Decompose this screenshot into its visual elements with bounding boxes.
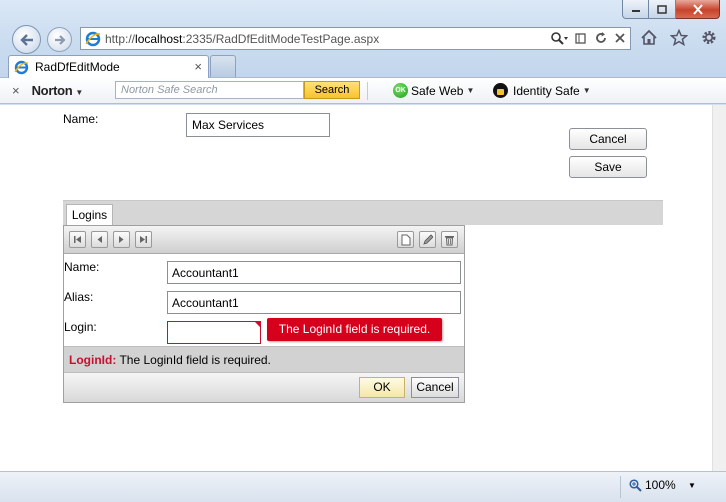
- ie-icon: [85, 31, 101, 46]
- page-content: Name: Max Services Cancel Save Logins Na…: [0, 105, 712, 471]
- previous-icon: [97, 236, 102, 243]
- trash-icon: [445, 236, 454, 246]
- norton-menu[interactable]: Norton ▼: [31, 83, 84, 98]
- arrow-left-icon: [19, 33, 33, 46]
- validation-summary-text: The LoginId field is required.: [119, 353, 271, 367]
- gear-icon[interactable]: [700, 29, 718, 46]
- toolbar-divider: [367, 82, 368, 100]
- error-indicator: [254, 321, 261, 328]
- validation-tooltip: The LoginId field is required.: [267, 318, 442, 341]
- delete-record-button[interactable]: [441, 231, 458, 248]
- browser-chrome: http://localhost:2335/RadDfEditModeTestP…: [0, 0, 726, 78]
- norton-search-button[interactable]: Search: [304, 81, 360, 99]
- next-icon: [119, 236, 124, 243]
- refresh-icon[interactable]: [594, 31, 608, 45]
- first-record-button[interactable]: [69, 231, 86, 248]
- address-bar[interactable]: http://localhost:2335/RadDfEditModeTestP…: [80, 27, 631, 50]
- close-window-button[interactable]: [676, 0, 720, 19]
- compatibility-icon[interactable]: [574, 31, 588, 45]
- favorites-star-icon[interactable]: [670, 29, 688, 46]
- url-rest: :2335/RadDfEditModeTestPage.aspx: [182, 31, 380, 46]
- last-record-button[interactable]: [135, 231, 152, 248]
- edit-record-button[interactable]: [419, 231, 436, 248]
- norton-search-input[interactable]: Norton Safe Search: [115, 81, 304, 99]
- back-button[interactable]: [12, 25, 41, 54]
- maximize-button[interactable]: [649, 0, 676, 19]
- vertical-scrollbar[interactable]: [712, 105, 726, 471]
- login-label: Login:: [64, 320, 97, 334]
- tabstrip: Logins: [63, 200, 663, 227]
- status-divider: [620, 476, 621, 498]
- new-record-button[interactable]: [397, 231, 414, 248]
- login-dataform: Name: Accountant1 Alias: Accountant1 Log…: [63, 225, 465, 403]
- alias-label: Alias:: [64, 290, 94, 304]
- zoom-level: 100%: [645, 478, 676, 492]
- previous-record-button[interactable]: [91, 231, 108, 248]
- validation-summary-field: LoginId:: [69, 353, 117, 367]
- login-name-label: Name:: [64, 260, 100, 274]
- status-bar: 100% ▼: [0, 471, 726, 502]
- save-button[interactable]: Save: [569, 156, 647, 178]
- tab-close-button[interactable]: ×: [194, 59, 202, 74]
- norton-toolbar: × Norton ▼ Norton Safe Search Search OK S…: [0, 78, 726, 104]
- stop-icon[interactable]: [614, 32, 626, 44]
- maximize-icon: [657, 4, 667, 14]
- identity-safe-menu[interactable]: Identity Safe ▼: [493, 83, 591, 98]
- address-tools: [550, 31, 626, 45]
- dataform-cancel-button[interactable]: Cancel: [411, 377, 459, 398]
- login-name-field[interactable]: Accountant1: [167, 261, 461, 284]
- ie-icon: [14, 60, 29, 74]
- zoom-dropdown-icon[interactable]: ▼: [688, 481, 696, 490]
- cancel-button[interactable]: Cancel: [569, 128, 647, 150]
- norton-close-button[interactable]: ×: [12, 83, 20, 98]
- url-text: http://localhost:2335/RadDfEditModeTestP…: [105, 32, 379, 46]
- chevron-down-icon: ▼: [466, 86, 475, 95]
- norton-brand: Norton: [31, 83, 73, 98]
- name-label: Name:: [63, 112, 99, 126]
- forward-button[interactable]: [47, 27, 72, 52]
- dataform-toolbar: [64, 226, 464, 254]
- search-icon[interactable]: [550, 31, 568, 45]
- url-prefix: http://: [105, 31, 136, 46]
- login-field[interactable]: [167, 321, 261, 344]
- alias-field[interactable]: Accountant1: [167, 291, 461, 314]
- last-icon: [140, 236, 147, 243]
- name-field[interactable]: Max Services: [186, 113, 330, 137]
- new-document-icon: [401, 234, 411, 246]
- identity-safe-label: Identity Safe: [513, 83, 580, 98]
- zoom-icon: [629, 478, 642, 492]
- zoom-control[interactable]: 100%: [629, 478, 676, 492]
- tab-logins[interactable]: Logins: [66, 204, 113, 227]
- window-controls: [622, 0, 720, 19]
- minimize-icon: [631, 10, 640, 12]
- first-icon: [74, 236, 81, 243]
- safe-web-menu[interactable]: OK Safe Web ▼: [393, 83, 474, 98]
- lock-icon: [493, 83, 508, 98]
- url-host: localhost: [135, 31, 183, 46]
- next-record-button[interactable]: [113, 231, 130, 248]
- pencil-icon: [423, 234, 434, 245]
- minimize-button[interactable]: [622, 0, 649, 19]
- dataform-footer: OK Cancel: [64, 373, 464, 402]
- browser-command-icons: [640, 29, 718, 46]
- arrow-right-icon: [54, 34, 66, 45]
- home-icon[interactable]: [640, 29, 658, 46]
- chevron-down-icon: ▼: [75, 88, 84, 97]
- validation-summary: LoginId: The LoginId field is required.: [64, 346, 464, 373]
- ok-badge-icon: OK: [393, 83, 408, 98]
- ok-button[interactable]: OK: [359, 377, 405, 398]
- chevron-down-icon: ▼: [582, 86, 591, 95]
- tab-title: RadDfEditMode: [35, 60, 120, 74]
- close-icon: [692, 3, 703, 15]
- new-tab-button[interactable]: [210, 55, 236, 77]
- safe-web-label: Safe Web: [411, 83, 464, 98]
- browser-tab-raddfeditmode[interactable]: RadDfEditMode ×: [8, 55, 209, 78]
